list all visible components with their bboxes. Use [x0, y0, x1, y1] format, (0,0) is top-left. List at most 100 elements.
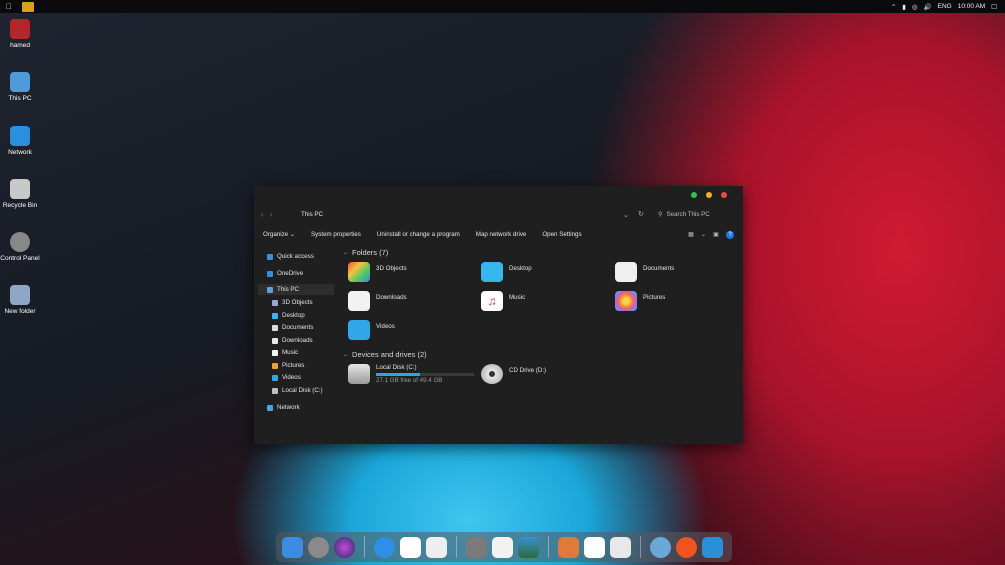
folders-header[interactable]: ⌄ Folders (7) — [343, 248, 388, 257]
drives-header[interactable]: ⌄ Devices and drives (2) — [343, 350, 427, 359]
nav-item-videos[interactable]: Videos — [272, 374, 301, 381]
settings-icon[interactable] — [308, 536, 329, 558]
nav-label: Videos — [282, 374, 301, 381]
nav-label: Network — [277, 404, 300, 411]
desktop-icon-control-panel[interactable]: Control Panel — [0, 232, 40, 262]
help-icon[interactable]: ? — [726, 230, 734, 239]
window-controls — [691, 192, 727, 198]
folder-desktop[interactable]: Desktop — [481, 262, 532, 282]
desktop-icon-user[interactable]: hamed — [0, 19, 40, 49]
system-properties-button[interactable]: System properties — [311, 231, 361, 238]
nav-label: Documents — [282, 324, 314, 331]
drive-free-space: 27.1 GB free of 49.4 GB — [376, 377, 443, 384]
drive-cd-d[interactable]: CD Drive (D:) — [481, 364, 546, 384]
drive-icon — [272, 387, 278, 394]
nav-item-local-disk[interactable]: Local Disk (C:) — [272, 387, 323, 394]
chevron-down-icon[interactable]: ⌄ — [701, 231, 706, 238]
finder-icon[interactable] — [282, 536, 303, 558]
desktop-icon-this-pc[interactable]: This PC — [0, 72, 40, 102]
view-options-icon[interactable]: ▦ — [688, 231, 694, 238]
nav-label: This PC — [277, 286, 300, 293]
clock[interactable]: 10:00 AM — [958, 3, 985, 10]
breadcrumb[interactable]: This PC — [301, 211, 323, 218]
folder-label: Documents — [643, 265, 675, 272]
calendar-icon[interactable] — [584, 536, 605, 558]
desktop-folder-icon — [272, 312, 278, 319]
close-button[interactable] — [721, 192, 727, 198]
desktop-icon-new-folder[interactable]: New folder — [0, 285, 40, 315]
nav-item-music[interactable]: Music — [272, 349, 298, 356]
refresh-icon[interactable]: ↻ — [638, 210, 644, 218]
chevron-up-icon[interactable]: ⌃ — [891, 3, 896, 11]
cube-icon — [348, 262, 370, 282]
folder-music[interactable]: ♫ Music — [481, 291, 525, 311]
section-title: Folders (7) — [352, 248, 389, 257]
desktop-icon-label: Control Panel — [0, 255, 40, 262]
nav-item-pictures[interactable]: Pictures — [272, 362, 304, 369]
maximize-button[interactable] — [691, 192, 697, 198]
minimize-button[interactable] — [706, 192, 712, 198]
dock-separator — [456, 536, 457, 558]
nav-quick-access[interactable]: Quick access — [267, 253, 314, 260]
files-icon[interactable] — [702, 536, 723, 558]
folder-pictures[interactable]: Pictures — [615, 291, 665, 311]
maps-icon[interactable] — [518, 536, 539, 558]
computer-icon — [267, 286, 273, 293]
launchpad-icon[interactable] — [558, 536, 579, 558]
desktop-icon-network[interactable]: Network — [0, 126, 40, 156]
nav-network[interactable]: Network — [267, 404, 300, 411]
back-icon[interactable]: ‹ — [261, 210, 270, 219]
power-icon[interactable] — [676, 536, 697, 558]
chevron-down-icon[interactable]: ⌄ — [623, 211, 629, 219]
desktop-icon-recycle-bin[interactable]: Recycle Bin — [0, 179, 40, 209]
map-network-drive-button[interactable]: Map network drive — [476, 231, 527, 238]
battery-icon[interactable]: ▮ — [902, 3, 906, 11]
music-icon: ♫ — [481, 291, 503, 311]
drive-local-disk-c[interactable]: Local Disk (C:) 27.1 GB free of 49.4 GB — [348, 364, 474, 384]
disk-icon[interactable] — [466, 536, 487, 558]
folder-downloads[interactable]: Downloads — [348, 291, 407, 311]
music-icon[interactable] — [400, 536, 421, 558]
apple-icon[interactable]:  — [6, 2, 12, 11]
nav-item-downloads[interactable]: Downloads — [272, 337, 313, 344]
notification-icon[interactable]: ☐ — [991, 3, 997, 11]
dock-separator — [640, 536, 641, 558]
folder-label: Desktop — [509, 265, 532, 272]
trash-icon — [10, 179, 30, 199]
cd-drive-icon — [481, 364, 503, 384]
search-icon: ⚲ — [658, 211, 663, 218]
language-indicator[interactable]: ENG — [938, 3, 952, 10]
section-title: Devices and drives (2) — [352, 350, 427, 359]
safari-icon[interactable] — [374, 536, 395, 558]
textedit-icon[interactable] — [610, 536, 631, 558]
ios-icon[interactable] — [492, 536, 513, 558]
network-icon[interactable]: ◎ — [912, 3, 918, 11]
open-settings-button[interactable]: Open Settings — [542, 231, 581, 238]
file-explorer-icon[interactable] — [22, 1, 34, 12]
nav-onedrive[interactable]: OneDrive — [267, 270, 303, 277]
forward-icon[interactable]: › — [270, 210, 279, 219]
preview-pane-icon[interactable]: ▣ — [713, 231, 719, 238]
volume-icon[interactable]: 🔊 — [924, 3, 932, 11]
notes-icon[interactable] — [426, 536, 447, 558]
nav-item-documents[interactable]: Documents — [272, 324, 313, 331]
finder-icon — [10, 72, 30, 92]
folder-documents[interactable]: Documents — [615, 262, 674, 282]
download-icon — [272, 337, 278, 344]
star-icon — [267, 253, 273, 260]
search-input[interactable]: ⚲ Search This PC — [658, 209, 738, 220]
folder-icon — [10, 285, 30, 305]
folder-videos[interactable]: Videos — [348, 320, 395, 340]
siri-icon[interactable] — [334, 536, 355, 558]
organize-button[interactable]: Organize ⌄ — [263, 231, 295, 238]
nav-this-pc[interactable]: This PC — [267, 286, 299, 293]
nav-item-3d-objects[interactable]: 3D Objects — [272, 299, 313, 306]
nav-label: Downloads — [282, 337, 313, 344]
info-icon[interactable] — [650, 536, 671, 558]
folder-label: Music — [509, 294, 526, 301]
folder-3d-objects[interactable]: 3D Objects — [348, 262, 407, 282]
drive-label: CD Drive (D:) — [509, 367, 547, 374]
organize-label: Organize — [263, 231, 289, 238]
nav-item-desktop[interactable]: Desktop — [272, 312, 305, 319]
uninstall-button[interactable]: Uninstall or change a program — [377, 231, 460, 238]
